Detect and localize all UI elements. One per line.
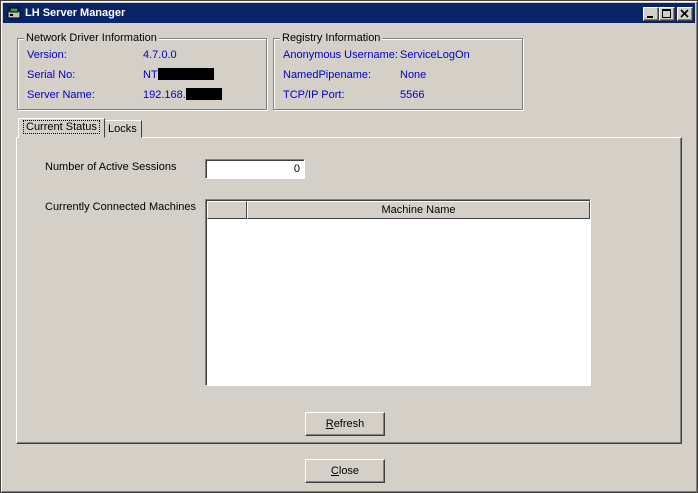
serial-value: NT [143, 68, 214, 82]
connected-machines-label: Currently Connected Machines [45, 201, 197, 213]
window-title: LH Server Manager [25, 7, 126, 19]
named-pipe-value: None [400, 69, 427, 81]
close-window-button[interactable] [677, 7, 693, 21]
server-prefix: 192.168. [143, 89, 186, 101]
title-bar[interactable]: LH Server Manager [3, 3, 695, 23]
refresh-mnemonic: R [325, 417, 334, 430]
close-label: lose [338, 464, 360, 477]
maximize-button[interactable] [659, 7, 675, 21]
connected-machines-list[interactable]: Machine Name [205, 199, 591, 386]
anon-username-label: Anonymous Username: [283, 49, 398, 61]
refresh-button[interactable]: Refresh [305, 412, 385, 436]
tab-current-status-label: Current Status [23, 120, 100, 134]
tab-locks-label: Locks [108, 123, 137, 135]
server-name-label: Server Name: [27, 89, 95, 101]
active-sessions-label: Number of Active Sessions [45, 161, 177, 173]
named-pipe-label: NamedPipename: [283, 69, 372, 81]
version-label: Version: [27, 49, 67, 61]
close-mnemonic: C [330, 464, 339, 477]
tab-locks[interactable]: Locks [103, 120, 142, 138]
tcp-port-value: 5566 [400, 89, 425, 101]
tcp-port-label: TCP/IP Port: [283, 89, 345, 101]
registry-legend: Registry Information [280, 31, 383, 45]
serial-prefix: NT [143, 69, 158, 81]
server-redaction [185, 88, 222, 100]
serial-redaction [157, 68, 214, 80]
registry-group: Registry Information Anonymous Username:… [273, 31, 523, 110]
refresh-label: efresh [333, 417, 365, 430]
close-icon [680, 9, 689, 18]
network-driver-group: Network Driver Information Version: 4.7.… [17, 31, 267, 110]
version-value: 4.7.0.0 [143, 49, 177, 61]
server-app-icon [7, 7, 21, 19]
serial-label: Serial No: [27, 69, 76, 81]
main-window: LH Server Manager Network Driver Informa… [0, 0, 698, 493]
network-driver-legend: Network Driver Information [24, 31, 159, 45]
anon-username-value: ServiceLogOn [400, 49, 470, 61]
active-sessions-field[interactable]: 0 [205, 159, 305, 179]
column-header-machine-name[interactable]: Machine Name [247, 201, 590, 219]
minimize-icon [647, 16, 653, 18]
column-header-blank[interactable] [207, 201, 247, 219]
maximize-icon [662, 9, 671, 18]
server-name-value: 192.168. [143, 88, 222, 102]
close-button[interactable]: Close [305, 459, 385, 483]
minimize-button[interactable] [643, 7, 659, 21]
tab-current-status[interactable]: Current Status [18, 118, 105, 138]
